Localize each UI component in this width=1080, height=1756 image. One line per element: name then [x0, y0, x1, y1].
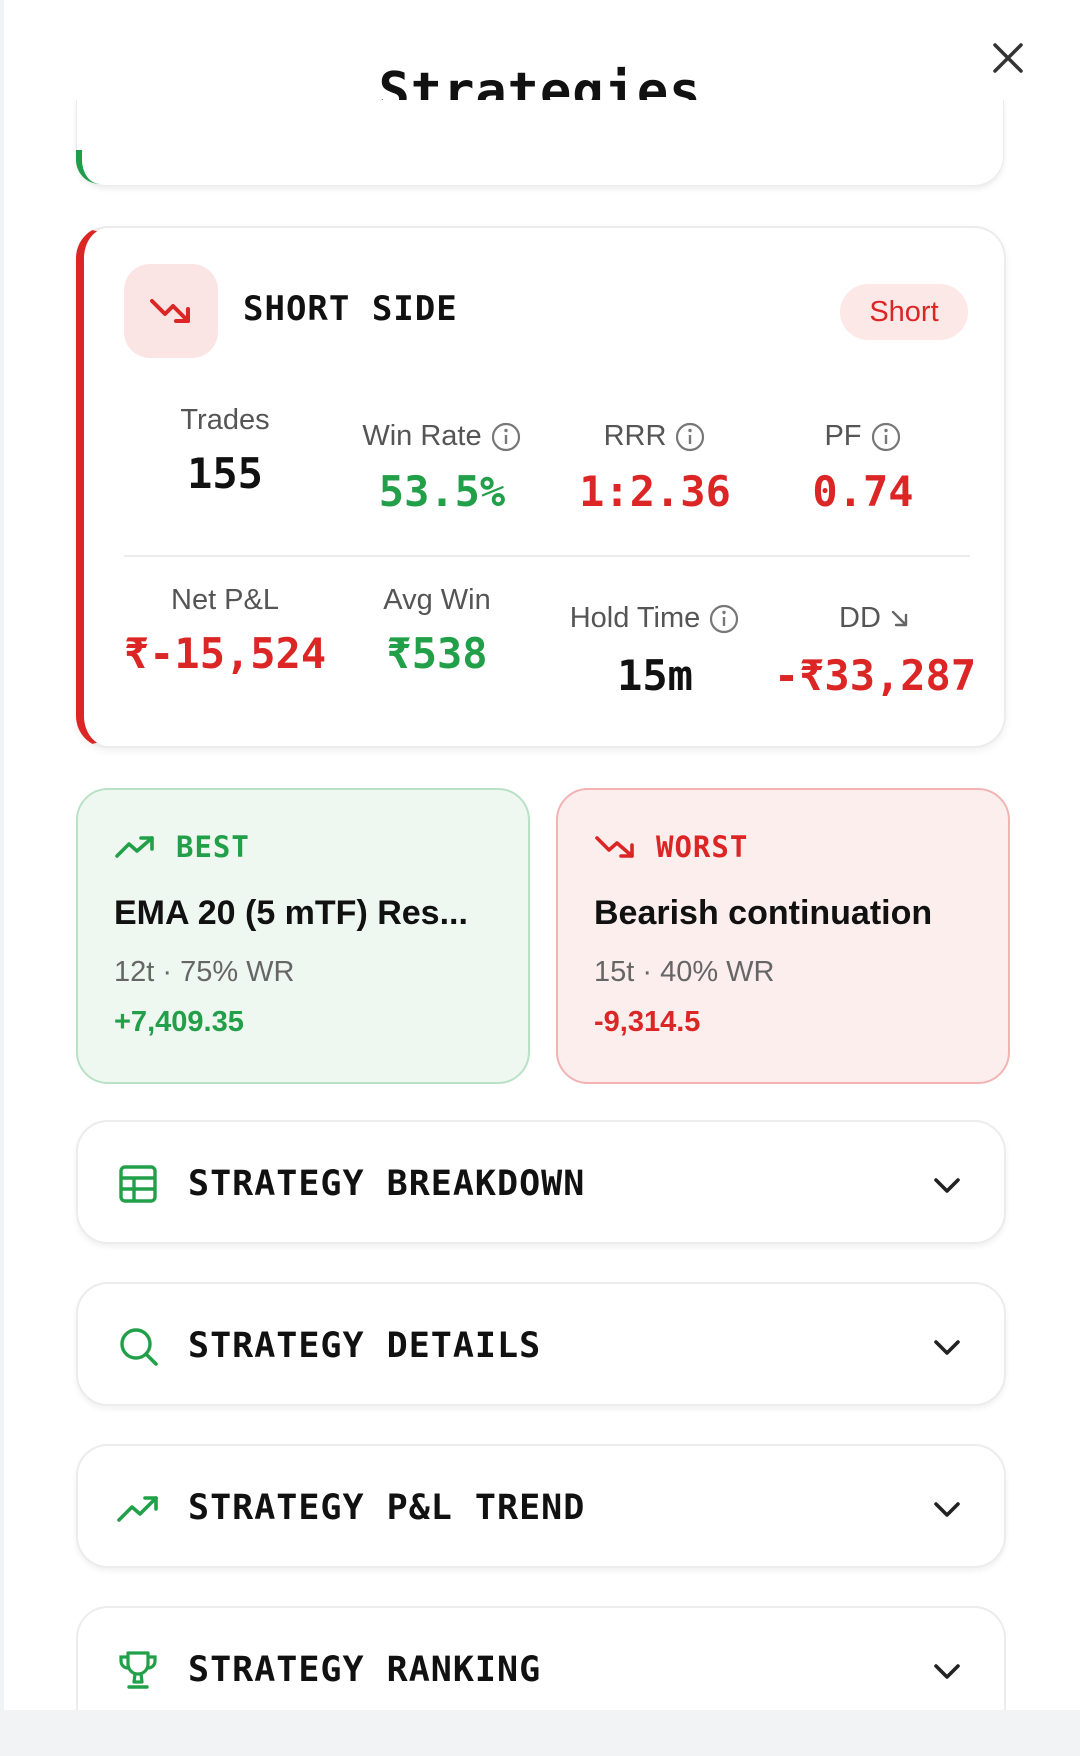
stat-label: DD [839, 602, 881, 634]
worst-heading: WORST [594, 830, 748, 864]
info-icon[interactable] [870, 421, 902, 453]
stat-label: Trades [180, 404, 270, 436]
trending-down-icon [150, 299, 190, 323]
worst-strategy-pnl: -9,314.5 [594, 1006, 701, 1038]
short-side-title: SHORT SIDE [243, 289, 458, 329]
stat-value: -₹33,287 [773, 651, 977, 700]
chevron-down-icon [934, 1178, 960, 1193]
best-strategy-pnl: +7,409.35 [114, 1006, 244, 1038]
arrow-down-right-icon [891, 610, 908, 626]
stats-divider [124, 555, 970, 557]
info-icon[interactable] [490, 421, 522, 453]
stat-rrr: RRR 1:2.36 [550, 420, 760, 516]
chevron-down-icon [934, 1502, 960, 1517]
stat-avg-win: Avg Win ₹538 [332, 584, 542, 678]
best-strategy-meta: 12t · 75% WR [114, 956, 295, 988]
info-icon[interactable] [708, 603, 740, 635]
best-heading: BEST [114, 830, 250, 864]
stat-pf: PF 0.74 [758, 420, 968, 516]
stat-drawdown: DD -₹33,287 [760, 602, 990, 700]
search-icon [120, 1328, 158, 1366]
best-label: BEST [176, 830, 250, 864]
trending-up-icon [117, 1496, 158, 1522]
accordion-label: STRATEGY DETAILS [188, 1326, 542, 1366]
trending-up-icon [115, 836, 154, 858]
stat-label: RRR [603, 420, 667, 452]
stat-value: 1:2.36 [579, 467, 731, 516]
stat-label: PF [824, 420, 862, 452]
short-badge: Short [840, 284, 968, 340]
strategy-ranking-accordion[interactable]: STRATEGY RANKING [76, 1606, 1006, 1710]
stat-label: Win Rate [362, 420, 482, 452]
strategy-details-accordion[interactable]: STRATEGY DETAILS [76, 1282, 1006, 1406]
stat-value: 155 [187, 449, 263, 498]
best-strategy-card[interactable]: BEST EMA 20 (5 mTF) Res... 12t · 75% WR … [76, 788, 530, 1084]
close-button[interactable] [984, 34, 1032, 82]
info-icon[interactable] [674, 421, 706, 453]
chevron-down-icon [934, 1340, 960, 1355]
close-icon [993, 43, 1023, 73]
stat-hold-time: Hold Time 15m [540, 602, 770, 700]
accordion-label: STRATEGY RANKING [188, 1650, 542, 1690]
worst-strategy-card[interactable]: WORST Bearish continuation 15t · 40% WR … [556, 788, 1010, 1084]
stat-label: Net P&L [171, 584, 279, 616]
stat-trades: Trades 155 [120, 404, 330, 498]
stat-label: Avg Win [383, 584, 491, 616]
stat-value: ₹538 [386, 629, 488, 678]
stat-label: Hold Time [569, 602, 701, 634]
stat-win-rate: Win Rate 53.5% [334, 420, 550, 516]
trending-down-icon [595, 836, 634, 858]
accordion-label: STRATEGY P&L TREND [188, 1488, 586, 1528]
stat-value: ₹-15,524 [123, 629, 327, 678]
worst-strategy-name: Bearish continuation [594, 894, 933, 932]
stat-value: 0.74 [812, 467, 914, 516]
table-icon [119, 1165, 157, 1203]
trophy-icon [119, 1651, 157, 1689]
accordion-label: STRATEGY BREAKDOWN [188, 1164, 586, 1204]
strategy-breakdown-accordion[interactable]: STRATEGY BREAKDOWN [76, 1120, 1006, 1244]
stat-value: 53.5% [378, 467, 506, 516]
best-strategy-name: EMA 20 (5 mTF) Res... [114, 894, 468, 932]
stat-value: 15m [617, 651, 693, 700]
strategy-pnl-trend-accordion[interactable]: STRATEGY P&L TREND [76, 1444, 1006, 1568]
previous-card-bottom [76, 100, 1004, 186]
worst-label: WORST [656, 830, 749, 864]
worst-strategy-meta: 15t · 40% WR [594, 956, 775, 988]
chevron-down-icon [934, 1664, 960, 1679]
stat-net-pnl: Net P&L ₹-15,524 [112, 584, 338, 678]
short-side-icon-box [124, 264, 218, 358]
